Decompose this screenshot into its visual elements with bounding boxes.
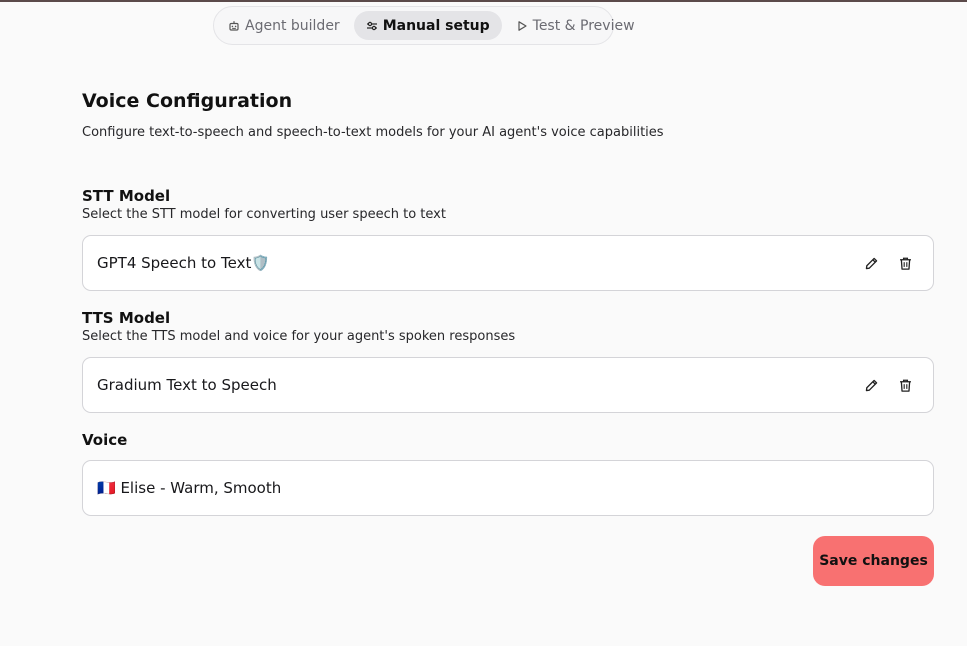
- save-changes-button[interactable]: Save changes: [813, 536, 934, 586]
- play-icon: [516, 20, 528, 32]
- trash-icon[interactable]: [897, 255, 913, 271]
- tts-label: TTS Model: [82, 309, 171, 327]
- stt-model-field[interactable]: GPT4 Speech to Text🛡️: [82, 235, 934, 291]
- tab-manual-setup[interactable]: Manual setup: [353, 11, 502, 40]
- window-top-border: [0, 0, 967, 2]
- tts-model-value: Gradium Text to Speech: [97, 376, 277, 394]
- edit-icon[interactable]: [863, 377, 879, 393]
- page-title: Voice Configuration: [82, 90, 293, 112]
- trash-icon[interactable]: [897, 377, 913, 393]
- stt-actions: [863, 255, 913, 271]
- voice-configuration-panel: Voice Configuration Configure text-to-sp…: [82, 88, 934, 516]
- tts-model-section: TTS Model Select the TTS model and voice…: [82, 308, 934, 413]
- stt-description: Select the STT model for converting user…: [82, 207, 446, 222]
- robot-icon: [228, 20, 240, 32]
- stt-model-section: STT Model Select the STT model for conve…: [82, 186, 934, 291]
- voice-value: 🇫🇷 Elise - Warm, Smooth: [97, 479, 282, 497]
- edit-icon[interactable]: [863, 255, 879, 271]
- sliders-icon: [366, 20, 378, 32]
- stt-model-value: GPT4 Speech to Text🛡️: [97, 254, 271, 272]
- voice-section: Voice 🇫🇷 Elise - Warm, Smooth: [82, 430, 934, 516]
- tts-description: Select the TTS model and voice for your …: [82, 329, 516, 344]
- tts-model-field[interactable]: Gradium Text to Speech: [82, 357, 934, 413]
- tts-actions: [863, 377, 913, 393]
- mode-tabs: Agent builder Manual setup Test & Previe…: [213, 6, 635, 45]
- voice-select[interactable]: 🇫🇷 Elise - Warm, Smooth: [82, 460, 934, 516]
- tab-agent-builder[interactable]: Agent builder: [218, 11, 350, 40]
- tab-test-preview[interactable]: Test & Preview: [506, 11, 645, 40]
- tab-label: Test & Preview: [532, 17, 635, 34]
- stt-label: STT Model: [82, 187, 171, 205]
- voice-label: Voice: [82, 431, 128, 449]
- tab-label: Agent builder: [245, 17, 340, 34]
- page-description: Configure text-to-speech and speech-to-t…: [82, 125, 664, 140]
- tab-label: Manual setup: [382, 17, 490, 34]
